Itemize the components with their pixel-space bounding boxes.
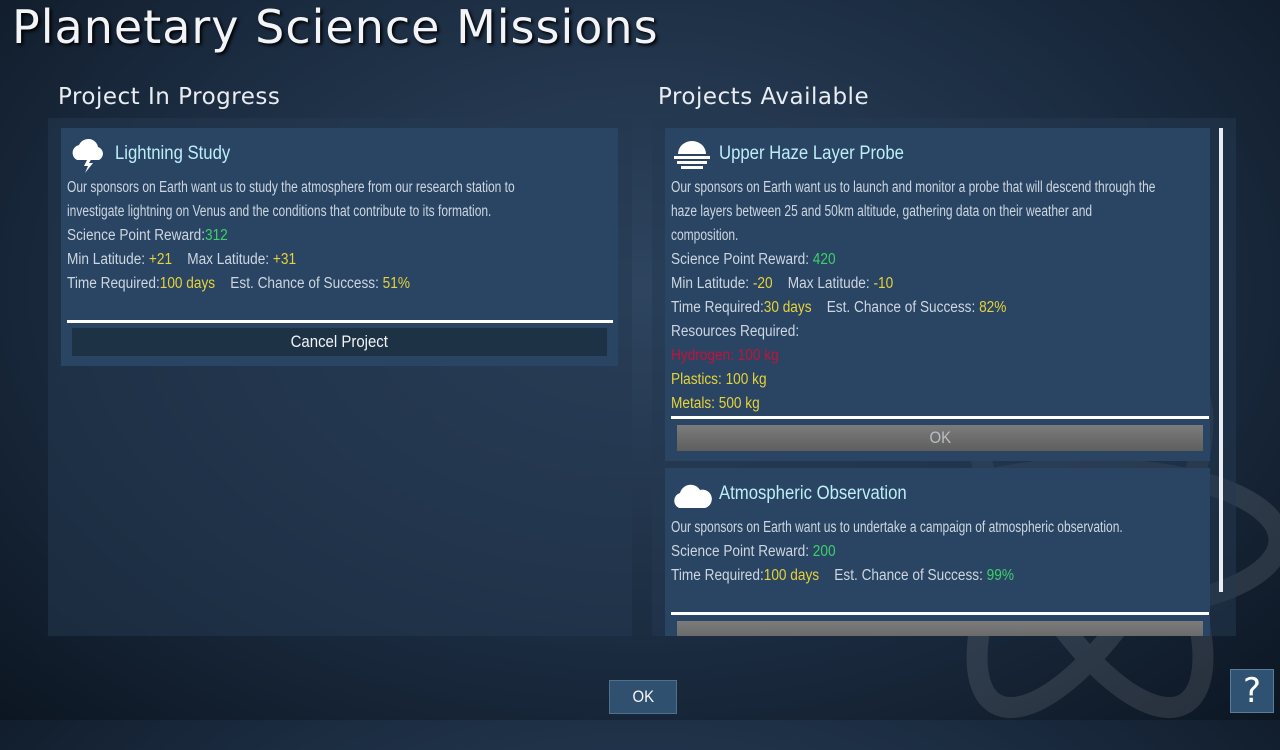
max-lat-value: +31	[272, 251, 297, 268]
project-details: Our sponsors on Earth want us to underta…	[671, 516, 1236, 588]
description-line: investigate lightning on Venus and the c…	[67, 203, 492, 220]
min-lat-value: -20	[752, 275, 773, 292]
reward-label: Science Point Reward:	[671, 251, 809, 268]
chance-value: 82%	[979, 299, 1007, 316]
latitude-row: Min Latitude: -20 Max Latitude: -10	[671, 272, 1199, 296]
reward-row: Science Point Reward:312	[67, 224, 595, 248]
reward-value: 420	[812, 251, 836, 268]
time-row: Time Required:30 days Est. Chance of Suc…	[671, 296, 1199, 320]
description-line: Our sponsors on Earth want us to launch …	[671, 179, 1156, 196]
available-heading: Projects Available	[658, 84, 870, 110]
time-label: Time Required:	[671, 299, 764, 316]
time-label: Time Required:	[67, 275, 160, 292]
project-name: Upper Haze Layer Probe	[719, 143, 904, 164]
time-row: Time Required:100 days Est. Chance of Su…	[67, 272, 595, 296]
chance-value: 99%	[986, 567, 1014, 584]
max-lat-label: Max Latitude:	[187, 251, 270, 268]
in-progress-card: Lightning Study Our sponsors on Earth wa…	[61, 128, 618, 366]
in-progress-panel: Lightning Study Our sponsors on Earth wa…	[48, 118, 632, 636]
available-card: Upper Haze Layer Probe Our sponsors on E…	[665, 128, 1210, 461]
reward-label: Science Point Reward:	[67, 227, 205, 244]
description-line: Our sponsors on Earth want us to underta…	[671, 519, 1123, 536]
question-mark-icon: ?	[1242, 671, 1262, 711]
project-name: Atmospheric Observation	[719, 483, 907, 504]
help-button[interactable]: ?	[1230, 669, 1274, 713]
time-value: 100 days	[763, 567, 820, 584]
card-header: Atmospheric Observation	[671, 474, 932, 514]
cancel-project-button[interactable]: Cancel Project	[72, 328, 607, 356]
lightning-cloud-icon	[72, 138, 103, 173]
project-description: Our sponsors on Earth want us to underta…	[671, 516, 1199, 540]
resource-item: Metals: 500 kg	[671, 395, 760, 412]
project-details: Our sponsors on Earth want us to launch …	[671, 176, 1236, 416]
page-title: Planetary Science Missions	[12, 0, 659, 54]
reward-row: Science Point Reward: 420	[671, 248, 1199, 272]
time-value: 30 days	[763, 299, 812, 316]
chance-label: Est. Chance of Success:	[834, 567, 983, 584]
max-lat-value: -10	[873, 275, 894, 292]
divider	[671, 612, 1209, 615]
ok-label: OK	[929, 428, 951, 447]
haze-layers-icon	[674, 141, 710, 169]
min-lat-label: Min Latitude:	[67, 251, 146, 268]
max-lat-label: Max Latitude:	[787, 275, 870, 292]
latitude-row: Min Latitude: +21 Max Latitude: +31	[67, 248, 595, 272]
available-panel: Upper Haze Layer Probe Our sponsors on E…	[652, 118, 1236, 636]
divider	[67, 320, 613, 323]
projects-scrollbar[interactable]	[1219, 128, 1223, 592]
cloud-icon	[674, 484, 712, 508]
reward-value: 200	[812, 543, 836, 560]
reward-value: 312	[204, 227, 228, 244]
min-lat-label: Min Latitude:	[671, 275, 750, 292]
time-value: 100 days	[159, 275, 216, 292]
min-lat-value: +21	[148, 251, 173, 268]
resource-item: Hydrogen: 100 kg	[671, 347, 779, 364]
time-label: Time Required:	[671, 567, 764, 584]
ok-button[interactable]: OK	[609, 680, 677, 714]
available-card: Atmospheric Observation Our sponsors on …	[665, 468, 1210, 636]
reward-row: Science Point Reward: 200	[671, 540, 1199, 564]
description-line: haze layers between 25 and 50km altitude…	[671, 203, 1093, 220]
reward-label: Science Point Reward:	[671, 543, 809, 560]
card-header: Upper Haze Layer Probe	[671, 134, 929, 174]
ok-label: OK	[632, 687, 654, 706]
chance-label: Est. Chance of Success:	[826, 299, 976, 316]
accept-project-ok-button[interactable]: OK	[677, 425, 1203, 451]
chance-value: 51%	[382, 275, 410, 292]
description-line: Our sponsors on Earth want us to study t…	[67, 179, 515, 196]
in-progress-heading: Project In Progress	[58, 84, 281, 110]
resources-label: Resources Required:	[671, 323, 800, 340]
project-description: Our sponsors on Earth want us to launch …	[671, 176, 1199, 248]
project-name: Lightning Study	[115, 143, 231, 164]
time-row: Time Required:100 days Est. Chance of Su…	[671, 564, 1199, 588]
project-description: Our sponsors on Earth want us to study t…	[67, 176, 595, 224]
divider	[671, 416, 1209, 419]
chance-label: Est. Chance of Success:	[230, 275, 379, 292]
card-header: Lightning Study	[67, 134, 246, 174]
resource-item: Plastics: 100 kg	[671, 371, 767, 388]
cancel-project-label: Cancel Project	[290, 332, 389, 351]
accept-project-ok-button[interactable]	[677, 621, 1203, 636]
project-details: Our sponsors on Earth want us to study t…	[67, 176, 667, 296]
description-line: composition.	[671, 227, 739, 244]
